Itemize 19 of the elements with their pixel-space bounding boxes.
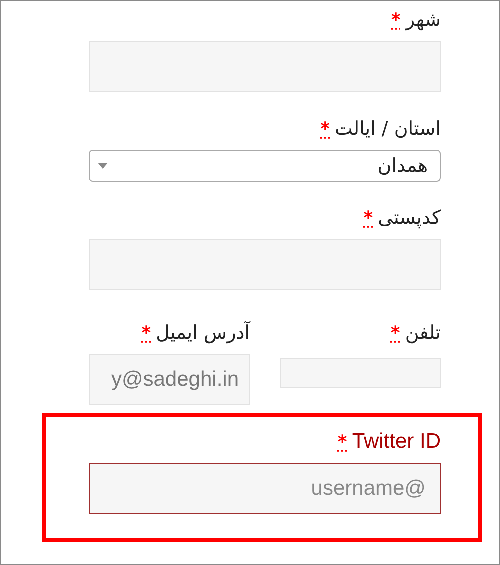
field-label: Twitter ID: [352, 430, 441, 454]
text-field[interactable]: [89, 41, 441, 92]
required-mark: *: [390, 322, 400, 344]
field-label: شهر: [406, 9, 441, 31]
required-mark: *: [391, 10, 401, 30]
required-mark: *: [338, 432, 348, 452]
required-mark: *: [320, 118, 330, 140]
required-mark: *: [142, 322, 152, 344]
caret-icon: [98, 163, 108, 169]
text-field[interactable]: [89, 239, 441, 290]
required-mark: *: [364, 208, 374, 228]
twitter-field[interactable]: username@: [89, 463, 441, 514]
phone-field[interactable]: [280, 358, 441, 388]
province-dropdown[interactable]: همدان: [89, 150, 441, 182]
field-label: آدرس ایمیل: [156, 322, 250, 344]
field-label: استان / ایالت: [335, 118, 441, 140]
field-label: تلفن: [405, 322, 441, 344]
field-label: کدپستی: [378, 207, 441, 229]
email-field[interactable]: y@sadeghi.in: [89, 354, 250, 405]
